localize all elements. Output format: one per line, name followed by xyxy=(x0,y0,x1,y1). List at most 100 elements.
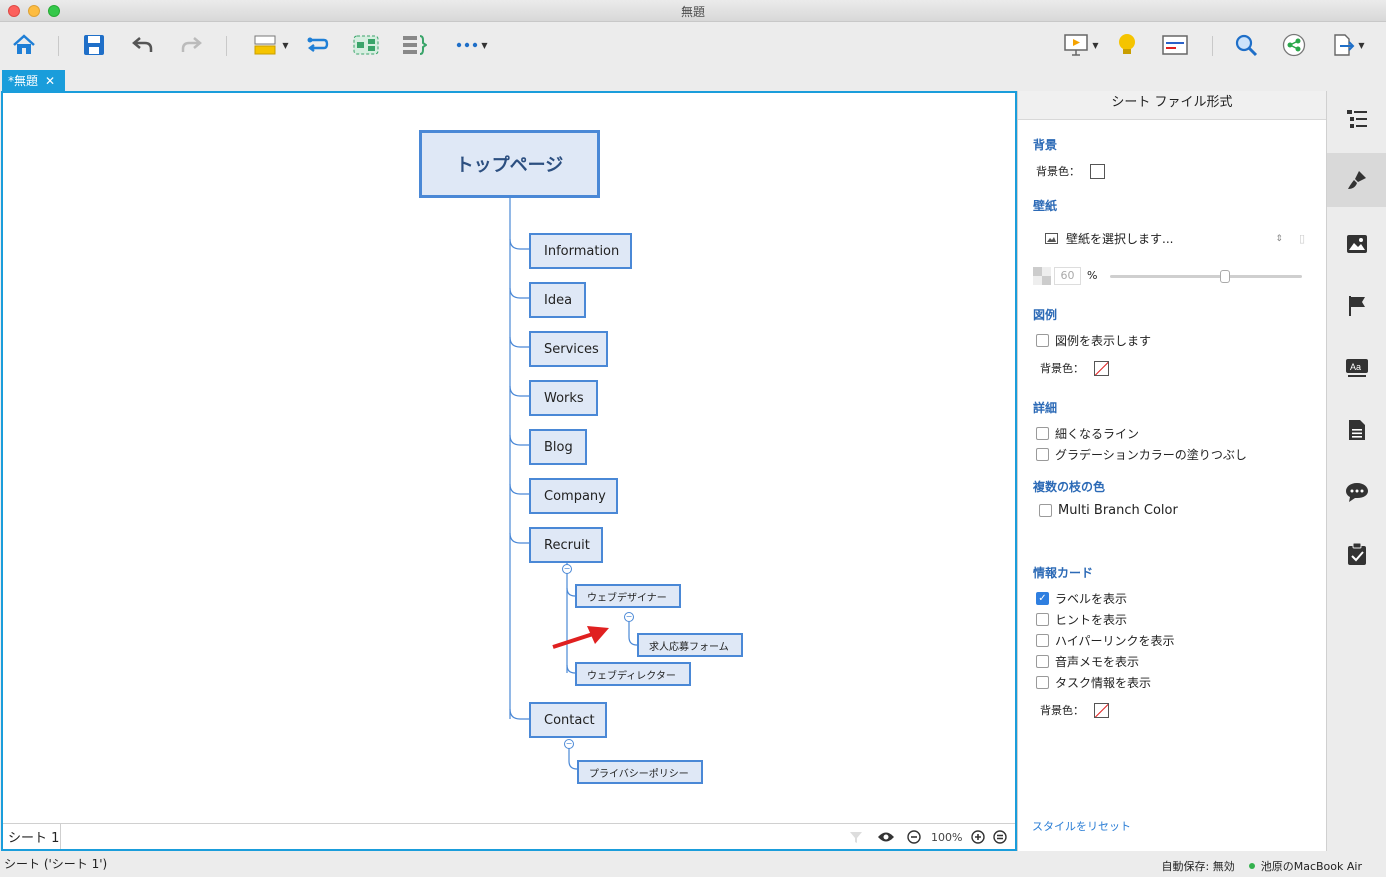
close-tab-icon[interactable]: ✕ xyxy=(45,74,55,88)
summary-icon[interactable] xyxy=(400,32,428,58)
details-section-title: 詳細 xyxy=(1033,401,1058,415)
export-dropdown-caret[interactable]: ▼ xyxy=(1358,41,1364,50)
taper-row[interactable]: 細くなるライン xyxy=(1036,425,1139,442)
legend-show-label: 図例を表示します xyxy=(1055,334,1152,348)
topic-icon[interactable]: ▼ xyxy=(248,32,294,58)
subtopic-web-designer[interactable]: ウェブデザイナー xyxy=(575,584,681,608)
branch-color-section-title: 複数の枝の色 xyxy=(1033,480,1106,494)
subtopic-web-director[interactable]: ウェブディレクター xyxy=(575,662,691,686)
info-card-item[interactable]: 音声メモを表示 xyxy=(1036,653,1139,670)
info-card-item[interactable]: ハイパーリンクを表示 xyxy=(1036,632,1175,649)
status-right: 自動保存: 無効 池原のMacBook Air xyxy=(1162,858,1362,874)
show-label-label: ラベルを表示 xyxy=(1055,592,1128,606)
home-icon[interactable] xyxy=(10,32,38,58)
format-panel: シート ファイル形式 背景 背景色： 壁紙 壁紙を選択します... ⇕ ▯ 60… xyxy=(1017,91,1327,851)
text-style-icon[interactable]: Aa xyxy=(1327,341,1386,395)
info-card-color-label: 背景色： xyxy=(1040,704,1084,717)
legend-show-row[interactable]: 図例を表示します xyxy=(1036,332,1151,349)
topic-company[interactable]: Company xyxy=(529,478,618,514)
multi-branch-checkbox[interactable] xyxy=(1039,504,1052,517)
show-audio-checkbox[interactable] xyxy=(1036,655,1049,668)
notes-icon[interactable] xyxy=(1327,403,1386,457)
trash-icon[interactable]: ▯ xyxy=(1299,232,1305,245)
online-status-icon xyxy=(1248,863,1255,869)
reset-style-link[interactable]: スタイルをリセット xyxy=(1032,818,1131,834)
eye-icon[interactable] xyxy=(877,828,895,846)
show-task-checkbox[interactable] xyxy=(1036,676,1049,689)
central-topic[interactable]: トップページ xyxy=(419,130,600,198)
outliner-icon[interactable] xyxy=(1327,92,1386,146)
multi-branch-row[interactable]: Multi Branch Color xyxy=(1039,503,1178,518)
collapse-designer-icon[interactable]: − xyxy=(624,612,634,622)
collapse-contact-icon[interactable]: − xyxy=(564,739,574,749)
mindmap-canvas[interactable]: トップページ Information Idea Services Works B… xyxy=(1,91,1017,851)
subtopic-privacy-policy[interactable]: プライバシーポリシー xyxy=(577,760,703,784)
format-brush-icon[interactable] xyxy=(1327,153,1386,207)
topic-dropdown-caret[interactable]: ▼ xyxy=(282,41,288,50)
legend-color-swatch[interactable] xyxy=(1094,360,1109,376)
topic-blog[interactable]: Blog xyxy=(529,429,587,465)
task-icon[interactable] xyxy=(1327,527,1386,581)
show-label-checkbox[interactable]: ✓ xyxy=(1036,592,1049,605)
gradient-row[interactable]: グラデーションカラーの塗りつぶし xyxy=(1036,446,1247,463)
boundary-icon[interactable] xyxy=(352,32,380,58)
document-tab-label: *無題 xyxy=(8,74,39,88)
save-icon[interactable] xyxy=(80,32,108,58)
topic-works[interactable]: Works xyxy=(529,380,598,416)
undo-icon[interactable] xyxy=(130,32,156,58)
zoom-level: 100% xyxy=(931,828,962,846)
lightbulb-icon[interactable] xyxy=(1114,32,1140,58)
connector-lines xyxy=(509,197,638,770)
document-tab[interactable]: *無題 ✕ xyxy=(2,70,65,91)
outline-icon[interactable] xyxy=(1160,32,1190,58)
more-icon[interactable]: ▼ xyxy=(450,32,494,58)
autosave-status[interactable]: 自動保存: 無効 xyxy=(1162,858,1235,874)
legend-color-row: 背景色： xyxy=(1040,360,1109,376)
toolbar-divider xyxy=(58,36,59,56)
opacity-slider-thumb[interactable] xyxy=(1220,270,1231,283)
relationship-icon[interactable] xyxy=(305,32,331,58)
show-hint-label: ヒントを表示 xyxy=(1055,613,1128,627)
show-hyperlink-checkbox[interactable] xyxy=(1036,634,1049,647)
comments-icon[interactable] xyxy=(1327,465,1386,519)
opacity-slider[interactable] xyxy=(1110,270,1302,283)
show-hint-checkbox[interactable] xyxy=(1036,613,1049,626)
wallpaper-select[interactable]: 壁紙を選択します... ⇕ ▯ xyxy=(1045,230,1305,247)
info-card-color-swatch[interactable] xyxy=(1094,702,1109,718)
background-color-swatch[interactable] xyxy=(1090,163,1105,179)
opacity-input[interactable]: 60 xyxy=(1054,267,1081,285)
info-card-item[interactable]: ヒントを表示 xyxy=(1036,611,1127,628)
filter-icon[interactable] xyxy=(849,828,863,846)
background-section-title: 背景 xyxy=(1033,138,1058,152)
zoom-out-icon[interactable] xyxy=(907,828,921,846)
window-title: 無題 xyxy=(680,5,705,19)
info-card-item[interactable]: タスク情報を表示 xyxy=(1036,674,1151,691)
topic-recruit[interactable]: Recruit xyxy=(529,527,603,563)
topic-information[interactable]: Information xyxy=(529,233,632,269)
search-icon[interactable] xyxy=(1232,32,1260,58)
info-card-item[interactable]: ✓ ラベルを表示 xyxy=(1036,590,1127,607)
zoom-in-icon[interactable] xyxy=(971,828,985,846)
collapse-recruit-icon[interactable]: − xyxy=(562,564,572,574)
share-icon[interactable] xyxy=(1280,32,1308,58)
taper-checkbox[interactable] xyxy=(1036,427,1049,440)
title-bar: 無題 xyxy=(0,0,1386,22)
status-sheet-label: シート ('シート 1') xyxy=(4,857,108,871)
legend-show-checkbox[interactable] xyxy=(1036,334,1049,347)
fit-map-icon[interactable] xyxy=(993,828,1007,846)
gradient-label: グラデーションカラーの塗りつぶし xyxy=(1055,448,1247,462)
topic-services[interactable]: Services xyxy=(529,331,608,367)
more-dropdown-caret[interactable]: ▼ xyxy=(481,41,487,50)
marker-flag-icon[interactable] xyxy=(1327,279,1386,333)
gradient-checkbox[interactable] xyxy=(1036,448,1049,461)
topic-contact[interactable]: Contact xyxy=(529,702,607,738)
image-icon[interactable] xyxy=(1327,217,1386,271)
redo-icon[interactable] xyxy=(178,32,204,58)
side-toolbar: Aa xyxy=(1327,91,1386,851)
sheet-tab[interactable]: シート 1 xyxy=(3,824,61,849)
presentation-icon[interactable]: ▼ xyxy=(1058,32,1104,58)
export-icon[interactable]: ▼ xyxy=(1328,32,1368,58)
subtopic-application-form[interactable]: 求人応募フォーム xyxy=(637,633,743,657)
presentation-dropdown-caret[interactable]: ▼ xyxy=(1092,41,1098,50)
topic-idea[interactable]: Idea xyxy=(529,282,586,318)
